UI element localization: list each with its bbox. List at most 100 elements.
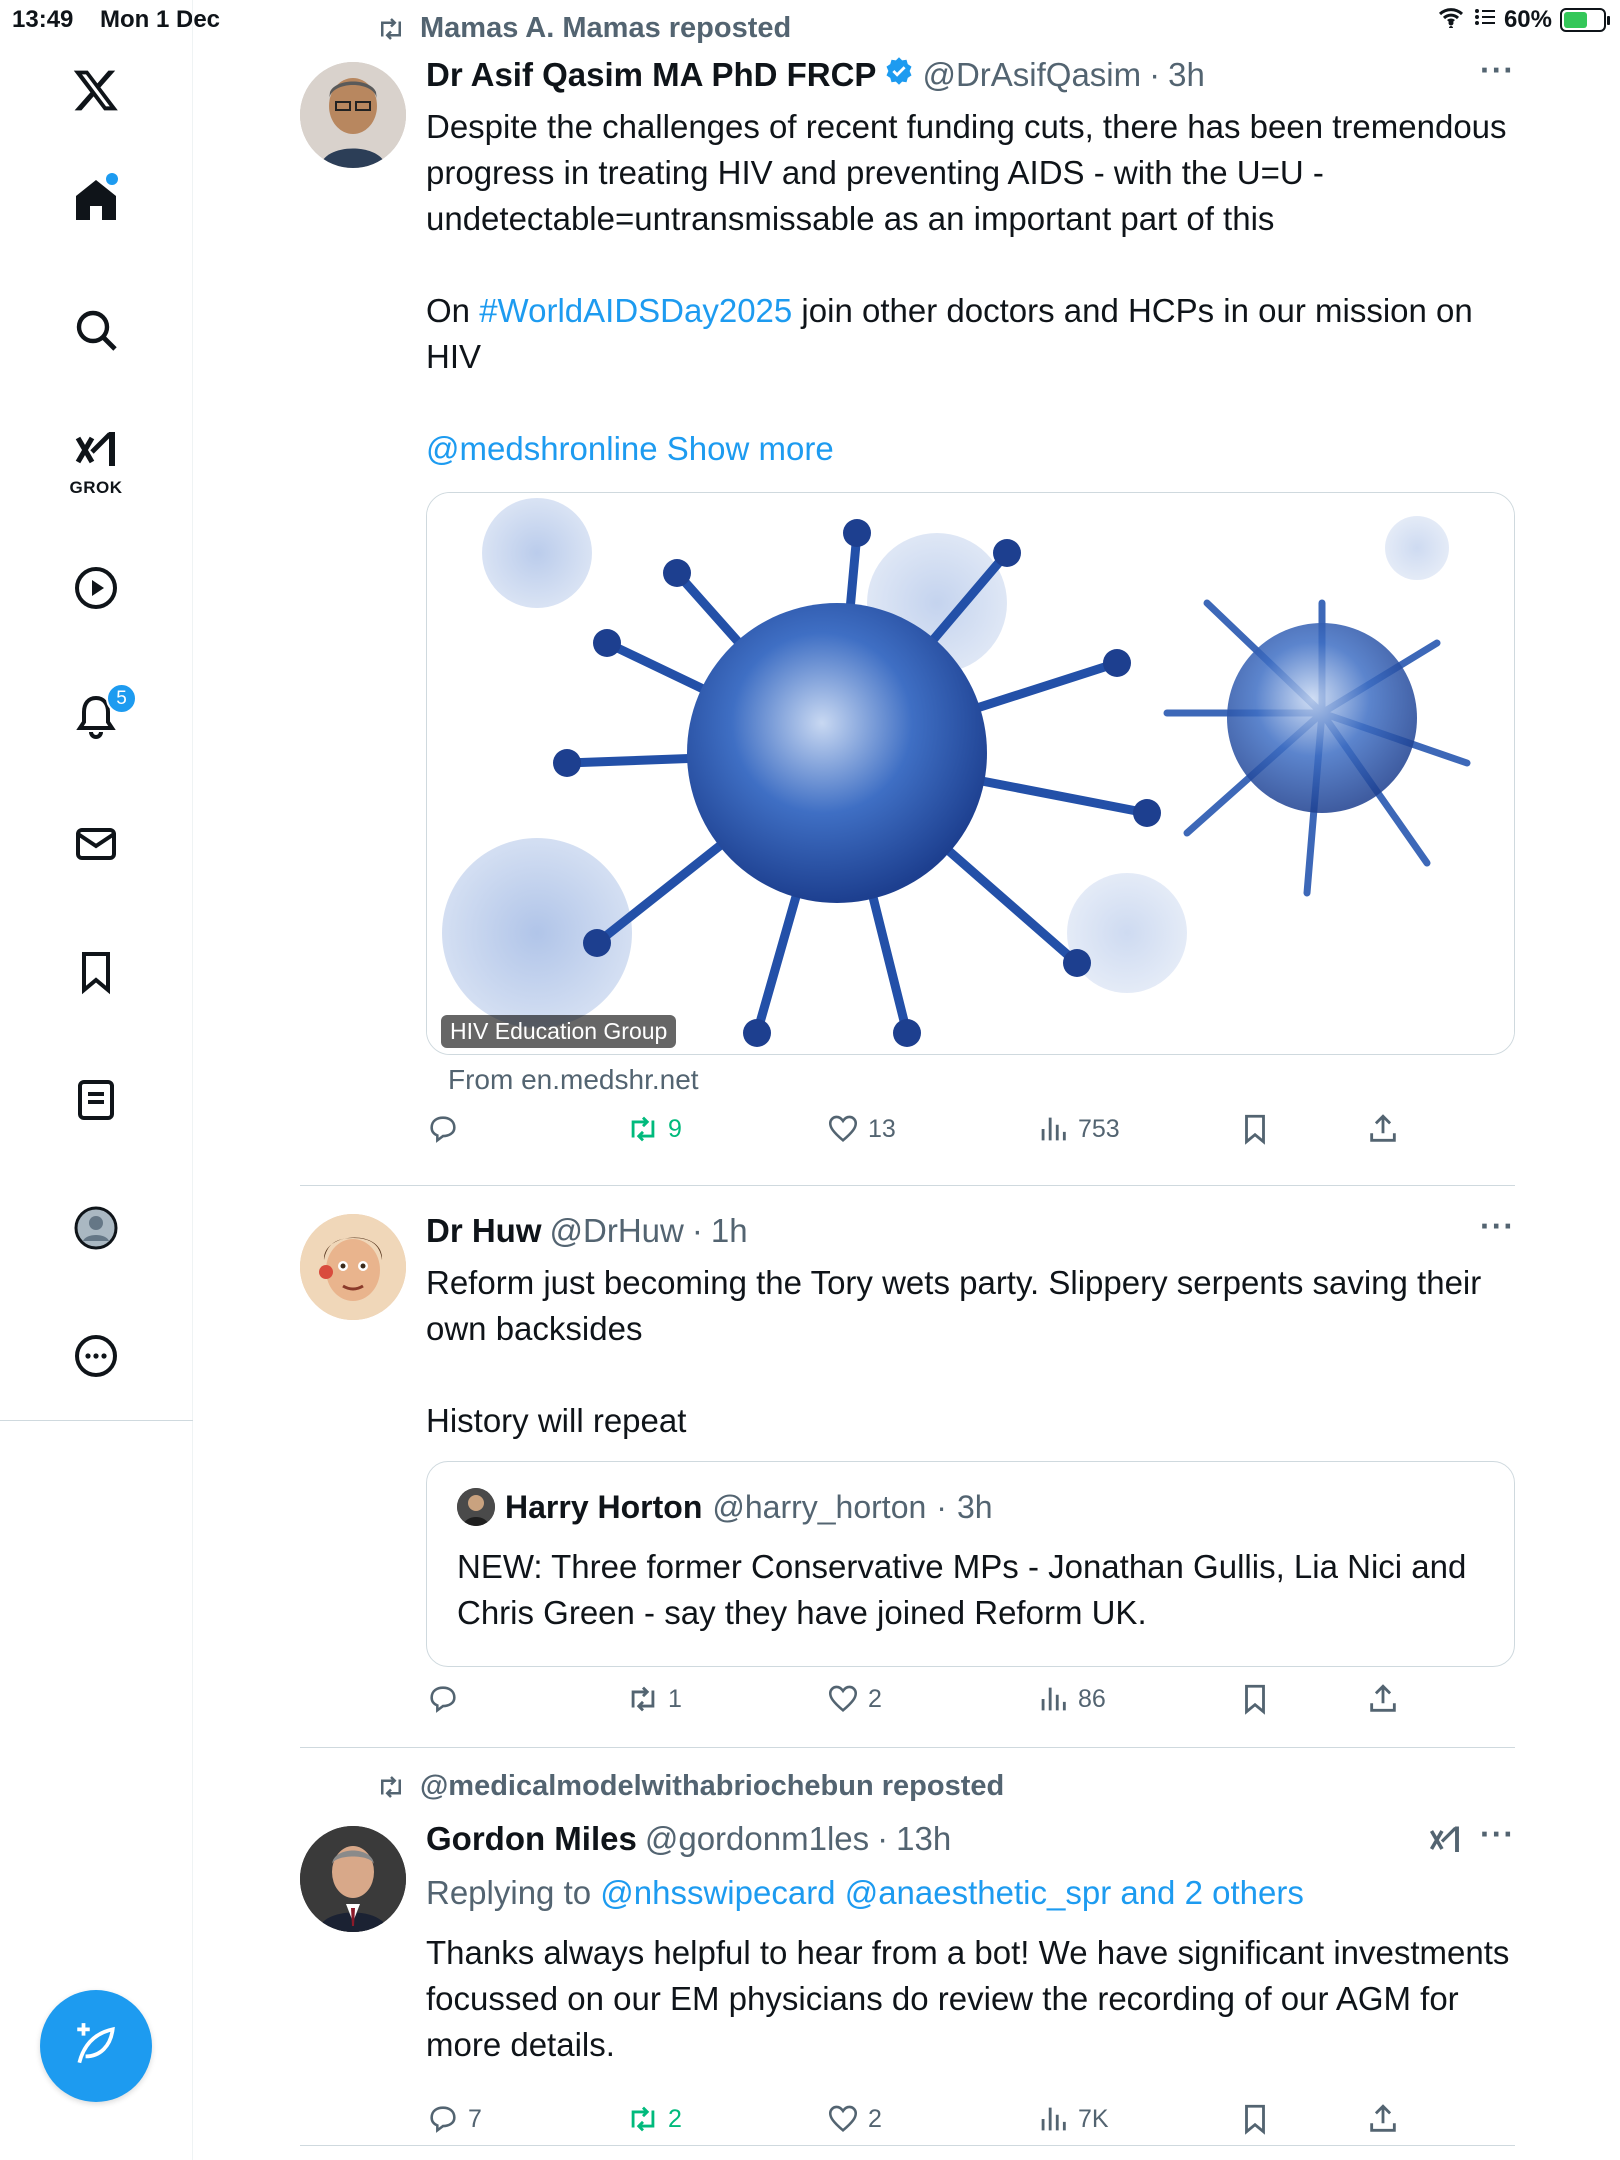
repost-button[interactable]: 2 [626,2102,682,2136]
home-unread-dot [106,173,118,185]
virus-illustration [427,493,1514,1054]
tweet-paragraph: @medshronline Show more [426,426,1516,472]
messages-mail-icon[interactable] [66,814,126,874]
repost-icon [381,1775,401,1798]
repost-button[interactable]: 9 [626,1112,682,1146]
share-button[interactable] [1366,2102,1400,2136]
views-button[interactable]: 7K [1036,2102,1109,2136]
mention-link[interactable]: @medshronline [426,430,658,467]
compose-feather-icon [77,2023,115,2064]
author-name[interactable]: Dr Asif Qasim MA PhD FRCP [426,56,876,94]
compose-post-button[interactable] [40,1990,152,2102]
sidebar-separator [0,1420,193,1421]
bookmark-button[interactable] [1238,1682,1272,1716]
tweet-header: Gordon Miles @gordonm1les · 13h [426,1820,951,1858]
dot-separator: · [877,1820,889,1857]
avatar[interactable] [300,1214,406,1320]
repost-context-text: @medicalmodelwithabriochebun reposted [420,1770,1005,1802]
grok-explain-icon[interactable] [1427,1822,1463,1863]
repost-icon [631,1116,655,1142]
more-menu-icon[interactable]: ··· [1480,1816,1515,1853]
views-button[interactable]: 86 [1036,1682,1106,1716]
post-time[interactable]: 13h [896,1820,951,1858]
share-button[interactable] [1366,1682,1400,1716]
wifi-icon [1436,4,1466,35]
more-menu-icon[interactable]: ··· [1480,1208,1515,1245]
author-name[interactable]: Gordon Miles [426,1820,637,1858]
like-button[interactable]: 13 [826,1112,896,1146]
link-card-image[interactable]: HIV Education Group [426,492,1515,1055]
heart-icon [828,1115,858,1143]
author-handle[interactable]: @gordonm1les [645,1820,869,1858]
tweet-divider [300,1747,1515,1748]
tweet-paragraph: Thanks always helpful to hear from a bot… [426,1934,1510,2063]
like-count: 2 [868,1684,882,1713]
like-button[interactable]: 2 [826,1682,882,1716]
quoted-avatar[interactable] [457,1488,495,1526]
dot-separator: · [691,1212,703,1249]
grok-icon[interactable] [66,420,126,480]
tweet-paragraph: Reform just becoming the Tory wets party… [426,1264,1482,1347]
sidebar: GROK 5 [0,0,193,2160]
dot-separator: · [1149,56,1161,93]
repost-context: @medicalmodelwithabriochebun reposted [376,1770,1004,1803]
reply-button[interactable] [426,1112,468,1146]
analytics-bar-icon [1041,1687,1066,1711]
post-time[interactable]: 1h [711,1212,748,1250]
like-count: 2 [868,2104,882,2133]
quoted-author-name[interactable]: Harry Horton [505,1489,702,1526]
bookmark-icon [1245,1684,1265,1715]
bookmark-button[interactable] [1238,1112,1272,1146]
repost-icon [381,17,401,40]
quoted-post-time[interactable]: 3h [957,1489,993,1526]
reply-icon [430,1116,456,1143]
media-source-label: HIV Education Group [441,1015,677,1048]
reply-icon [430,1686,456,1713]
heart-icon [828,1685,858,1713]
bookmark-button[interactable] [1238,2102,1272,2136]
search-icon[interactable] [66,300,126,360]
tweet-paragraph: History will repeat [426,1402,687,1439]
show-more-link[interactable]: Show more [667,430,834,467]
tweet-header: Dr Huw @DrHuw · 1h [426,1212,748,1250]
x-logo-icon[interactable] [66,60,126,120]
like-button[interactable]: 2 [826,2102,882,2136]
quoted-tweet[interactable]: Harry Horton @harry_horton · 3h NEW: Thr… [426,1461,1515,1667]
heart-icon [828,2105,858,2133]
tweet-paragraph: Despite the challenges of recent funding… [426,108,1507,237]
like-count: 13 [868,1114,896,1143]
bookmark-icon[interactable] [66,942,126,1002]
reply-button[interactable] [426,1682,468,1716]
author-handle[interactable]: @DrAsifQasim [922,56,1141,94]
hashtag-link[interactable]: #WorldAIDSDay2025 [479,292,792,329]
tweet-divider [300,2145,1515,2146]
profile-avatar-icon[interactable] [66,1198,126,1258]
more-menu-icon[interactable]: ··· [1480,52,1515,89]
replying-to-links[interactable]: @nhsswipecard @anaesthetic_spr and 2 oth… [600,1874,1304,1911]
quoted-author-handle[interactable]: @harry_horton [712,1489,926,1526]
repost-button[interactable]: 1 [626,1682,682,1716]
notifications-badge: 5 [106,683,137,714]
tweet-actions: 1 2 86 [426,1682,1426,1732]
avatar[interactable] [300,1826,406,1932]
more-options-icon[interactable] [66,1326,126,1386]
replying-to-line: Replying to @nhsswipecard @anaesthetic_s… [426,1874,1304,1911]
tweet-header: Dr Asif Qasim MA PhD FRCP @DrAsifQasim ·… [426,56,1205,94]
author-name[interactable]: Dr Huw [426,1212,542,1250]
lists-icon[interactable] [66,1070,126,1130]
post-time[interactable]: 3h [1168,56,1205,94]
tweet-divider [300,1185,1515,1186]
repost-count: 9 [668,1114,682,1143]
tweet-body: Thanks always helpful to hear from a bot… [426,1930,1516,2068]
views-button[interactable]: 753 [1036,1112,1120,1146]
avatar[interactable] [300,62,406,168]
link-source-domain[interactable]: From en.medshr.net [448,1064,699,1096]
battery-icon [1560,7,1610,32]
video-icon[interactable] [66,558,126,618]
view-count: 7K [1078,2104,1109,2133]
repost-count: 2 [668,2104,682,2133]
share-button[interactable] [1366,1112,1400,1146]
view-count: 753 [1078,1114,1120,1143]
reply-button[interactable]: 7 [426,2102,482,2136]
author-handle[interactable]: @DrHuw [550,1212,684,1250]
